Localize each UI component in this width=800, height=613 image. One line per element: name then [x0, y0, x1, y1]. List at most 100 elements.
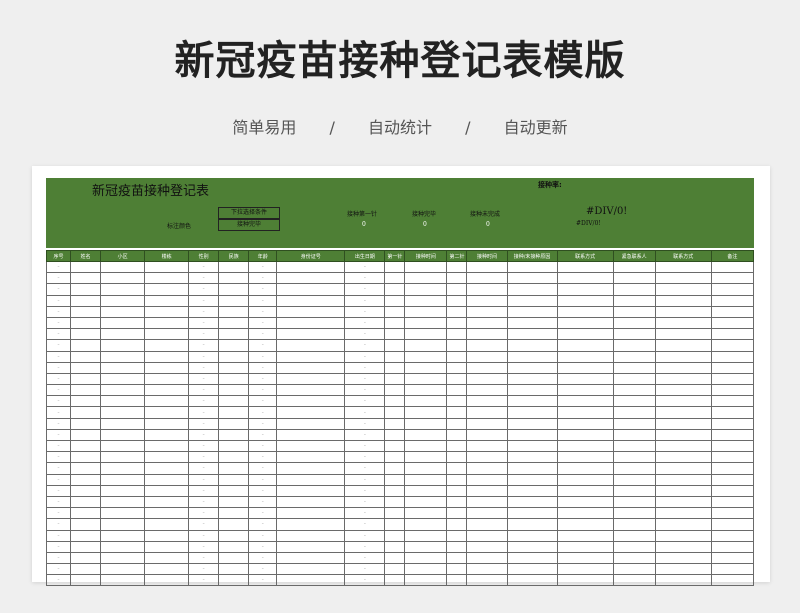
table-cell[interactable]: [384, 507, 406, 520]
table-cell[interactable]: [466, 507, 508, 520]
table-cell[interactable]: –: [344, 462, 386, 475]
table-cell[interactable]: –: [45, 417, 72, 430]
table-cell[interactable]: [100, 395, 146, 408]
table-cell[interactable]: [218, 328, 250, 341]
table-cell[interactable]: –: [248, 283, 278, 296]
table-cell[interactable]: [100, 462, 146, 475]
table-cell[interactable]: –: [45, 518, 72, 531]
table-cell[interactable]: [612, 484, 656, 497]
table-cell[interactable]: [556, 529, 614, 542]
table-cell[interactable]: –: [248, 260, 278, 274]
table-cell[interactable]: –: [248, 328, 278, 341]
table-cell[interactable]: [100, 260, 146, 274]
table-cell[interactable]: [654, 484, 712, 497]
table-cell[interactable]: [446, 484, 468, 497]
table-cell[interactable]: [144, 451, 190, 464]
table-cell[interactable]: [710, 316, 755, 330]
table-cell[interactable]: [100, 272, 146, 285]
table-cell[interactable]: –: [45, 294, 72, 307]
table-cell[interactable]: [384, 294, 406, 307]
table-cell[interactable]: –: [45, 563, 72, 576]
table-cell[interactable]: [70, 406, 102, 419]
table-cell[interactable]: [70, 439, 102, 453]
table-cell[interactable]: [70, 417, 102, 430]
table-cell[interactable]: [654, 540, 712, 553]
table-cell[interactable]: –: [45, 305, 72, 318]
table-cell[interactable]: [70, 484, 102, 497]
table-cell[interactable]: –: [188, 563, 220, 576]
table-cell[interactable]: [384, 384, 406, 397]
table-cell[interactable]: [384, 473, 406, 486]
table-cell[interactable]: –: [248, 372, 278, 386]
table-cell[interactable]: [612, 507, 656, 520]
table-cell[interactable]: [70, 563, 102, 576]
table-cell[interactable]: –: [248, 484, 278, 497]
table-cell[interactable]: [404, 495, 448, 509]
table-cell[interactable]: [276, 451, 346, 464]
table-cell[interactable]: –: [188, 428, 220, 442]
table-cell[interactable]: [70, 384, 102, 397]
table-cell[interactable]: [404, 563, 448, 576]
table-cell[interactable]: –: [344, 495, 386, 509]
table-cell[interactable]: [144, 551, 190, 565]
table-cell[interactable]: [506, 484, 558, 497]
table-cell[interactable]: [654, 462, 712, 475]
table-cell[interactable]: [70, 339, 102, 352]
table-cell[interactable]: [654, 551, 712, 565]
table-cell[interactable]: [276, 339, 346, 352]
table-cell[interactable]: [276, 406, 346, 419]
table-cell[interactable]: [612, 283, 656, 296]
table-cell[interactable]: [710, 563, 755, 576]
table-cell[interactable]: [384, 574, 406, 587]
table-cell[interactable]: [100, 283, 146, 296]
table-cell[interactable]: [218, 339, 250, 352]
table-cell[interactable]: [404, 529, 448, 542]
table-cell[interactable]: [218, 473, 250, 486]
table-cell[interactable]: [612, 451, 656, 464]
table-cell[interactable]: [466, 574, 508, 587]
table-cell[interactable]: –: [248, 451, 278, 464]
table-cell[interactable]: [446, 551, 468, 565]
table-cell[interactable]: [466, 428, 508, 442]
table-cell[interactable]: [710, 507, 755, 520]
table-cell[interactable]: [100, 328, 146, 341]
table-cell[interactable]: [612, 372, 656, 386]
table-cell[interactable]: –: [344, 283, 386, 296]
table-cell[interactable]: [100, 473, 146, 486]
table-cell[interactable]: [144, 518, 190, 531]
table-cell[interactable]: [100, 305, 146, 318]
table-cell[interactable]: [144, 428, 190, 442]
table-cell[interactable]: [276, 540, 346, 553]
table-cell[interactable]: –: [248, 350, 278, 363]
table-cell[interactable]: [70, 428, 102, 442]
table-cell[interactable]: [100, 518, 146, 531]
table-cell[interactable]: [654, 305, 712, 318]
table-cell[interactable]: –: [45, 328, 72, 341]
table-cell[interactable]: –: [248, 305, 278, 318]
table-cell[interactable]: [446, 518, 468, 531]
table-cell[interactable]: [506, 328, 558, 341]
table-cell[interactable]: [384, 350, 406, 363]
table-cell[interactable]: [276, 395, 346, 408]
table-cell[interactable]: –: [188, 339, 220, 352]
table-cell[interactable]: [556, 507, 614, 520]
table-cell[interactable]: [466, 462, 508, 475]
table-cell[interactable]: [654, 473, 712, 486]
table-cell[interactable]: –: [45, 462, 72, 475]
table-cell[interactable]: [506, 551, 558, 565]
table-cell[interactable]: [218, 540, 250, 553]
table-cell[interactable]: [404, 540, 448, 553]
table-cell[interactable]: [384, 283, 406, 296]
table-cell[interactable]: [218, 372, 250, 386]
table-cell[interactable]: [404, 328, 448, 341]
table-cell[interactable]: [710, 529, 755, 542]
table-cell[interactable]: [276, 384, 346, 397]
table-cell[interactable]: [144, 372, 190, 386]
table-cell[interactable]: [218, 507, 250, 520]
table-cell[interactable]: –: [248, 406, 278, 419]
table-cell[interactable]: [404, 294, 448, 307]
table-cell[interactable]: [446, 395, 468, 408]
table-cell[interactable]: [384, 439, 406, 453]
table-cell[interactable]: [100, 439, 146, 453]
table-cell[interactable]: [276, 305, 346, 318]
